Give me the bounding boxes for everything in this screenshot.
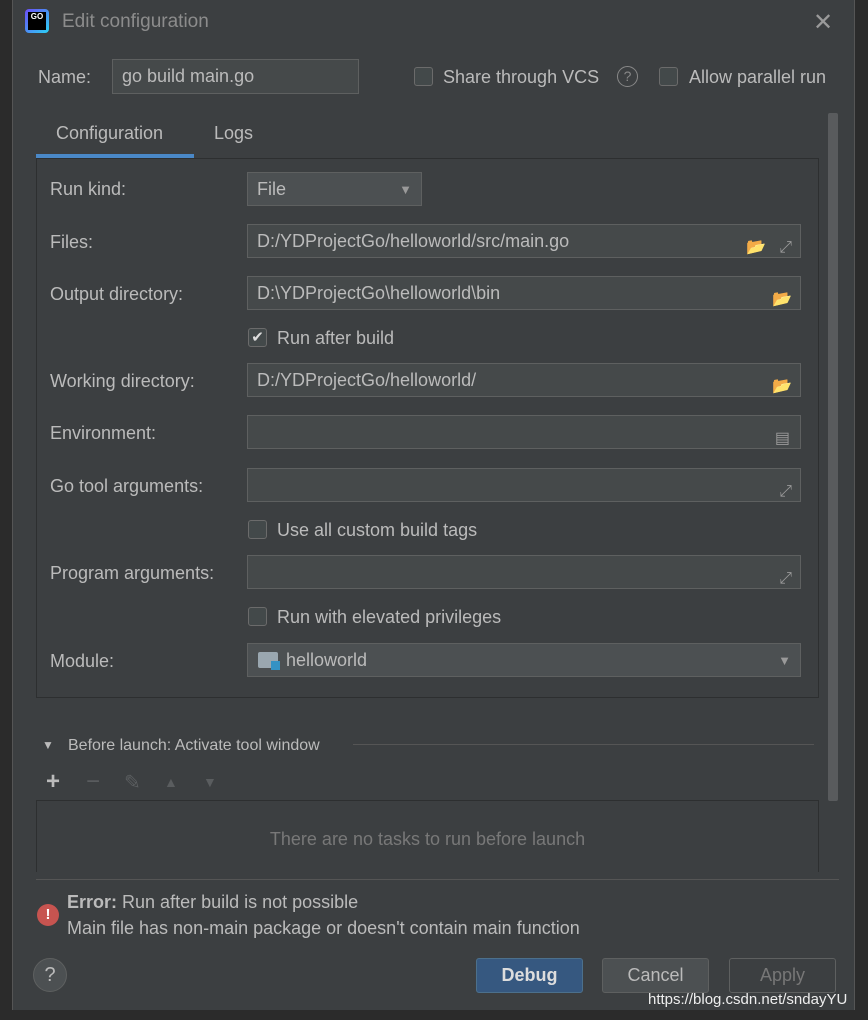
share-vcs-label: Share through VCS <box>443 67 600 87</box>
working-directory-value: D:/YDProjectGo/helloworld/ <box>257 370 477 390</box>
tab-configuration[interactable]: Configuration <box>56 123 163 144</box>
move-up-icon[interactable]: ▲ <box>164 774 178 790</box>
no-tasks-text: There are no tasks to run before launch <box>269 829 586 849</box>
allow-parallel-checkbox[interactable] <box>659 67 678 86</box>
run-after-build-label: Run after build <box>277 328 395 348</box>
collapse-triangle-icon[interactable]: ▼ <box>42 738 54 752</box>
files-input[interactable]: D:/YDProjectGo/helloworld/src/main.go 📂 ⤢ <box>247 224 801 258</box>
elevated-privileges-checkbox[interactable] <box>248 607 267 626</box>
apply-button[interactable]: Apply <box>729 958 836 993</box>
program-arguments-input[interactable]: ⤢ <box>247 555 801 589</box>
before-launch-title[interactable]: Before launch: Activate tool window <box>68 737 320 755</box>
files-label: Files: <box>50 232 94 252</box>
watermark: https://blog.csdn.net/sndayYU <box>648 991 848 1008</box>
dialog-title: Edit configuration <box>62 11 209 32</box>
module-select[interactable]: helloworld ▼ <box>247 643 801 677</box>
help-circle-icon[interactable]: ? <box>617 66 638 87</box>
error-line: Error: Run after build is not possible <box>67 892 358 913</box>
edit-pencil-icon[interactable]: ✎ <box>124 770 141 795</box>
expand-icon[interactable]: ⤢ <box>779 563 792 595</box>
custom-build-tags-label: Use all custom build tags <box>277 520 478 540</box>
name-input[interactable]: go build main.go <box>112 59 359 94</box>
working-directory-label: Working directory: <box>50 371 195 391</box>
error-message: Run after build is not possible <box>122 892 359 912</box>
working-directory-input[interactable]: D:/YDProjectGo/helloworld/📂 <box>247 363 801 397</box>
tab-logs[interactable]: Logs <box>214 123 253 144</box>
remove-icon[interactable]: − <box>86 768 100 796</box>
add-icon[interactable]: + <box>46 768 60 796</box>
folder-icon[interactable]: 📂 <box>772 284 792 316</box>
run-kind-value: File <box>257 179 287 199</box>
program-arguments-label: Program arguments: <box>50 563 215 583</box>
output-directory-label: Output directory: <box>50 284 184 304</box>
elevated-privileges-label: Run with elevated privileges <box>277 607 502 627</box>
scrollbar[interactable] <box>828 113 838 801</box>
go-tool-arguments-label: Go tool arguments: <box>50 476 204 496</box>
chevron-down-icon: ▼ <box>399 182 412 197</box>
output-directory-input[interactable]: D:\YDProjectGo\helloworld\bin 📂 <box>247 276 801 310</box>
custom-build-tags-checkbox[interactable] <box>248 520 267 539</box>
output-directory-value: D:\YDProjectGo\helloworld\bin <box>257 283 501 303</box>
environment-label: Environment: <box>50 423 157 443</box>
go-tool-arguments-input[interactable]: ⤢ <box>247 468 801 502</box>
help-button[interactable]: ? <box>33 958 67 992</box>
separator <box>353 744 814 745</box>
allow-parallel-label: Allow parallel run <box>689 67 827 87</box>
separator <box>36 879 839 880</box>
module-folder-icon <box>258 652 280 670</box>
module-label: Module: <box>50 651 115 671</box>
cancel-button[interactable]: Cancel <box>602 958 709 993</box>
error-detail: Main file has non-main package or doesn'… <box>67 918 580 938</box>
module-value: helloworld <box>286 650 368 670</box>
error-prefix: Error: <box>67 892 118 912</box>
close-icon[interactable]: ✕ <box>813 8 833 37</box>
document-icon[interactable]: ▤ <box>775 423 790 455</box>
files-value: D:/YDProjectGo/helloworld/src/main.go <box>257 231 570 251</box>
expand-icon[interactable]: ⤢ <box>779 476 792 508</box>
run-kind-select[interactable]: File ▼ <box>247 172 422 206</box>
folder-icon[interactable]: 📂 <box>772 371 792 403</box>
folder-icon[interactable]: 📂 <box>746 232 766 264</box>
move-down-icon[interactable]: ▼ <box>203 774 217 790</box>
go-logo-icon: GO <box>25 9 49 33</box>
chevron-down-icon: ▼ <box>778 653 791 668</box>
debug-button[interactable]: Debug <box>476 958 583 993</box>
environment-input[interactable]: ▤ <box>247 415 801 449</box>
error-icon: ! <box>37 904 59 926</box>
name-label: Name: <box>38 67 92 87</box>
share-vcs-checkbox[interactable] <box>414 67 433 86</box>
expand-icon[interactable]: ⤢ <box>779 232 792 264</box>
run-after-build-checkbox[interactable]: ✔ <box>248 328 267 347</box>
run-kind-label: Run kind: <box>50 179 127 199</box>
